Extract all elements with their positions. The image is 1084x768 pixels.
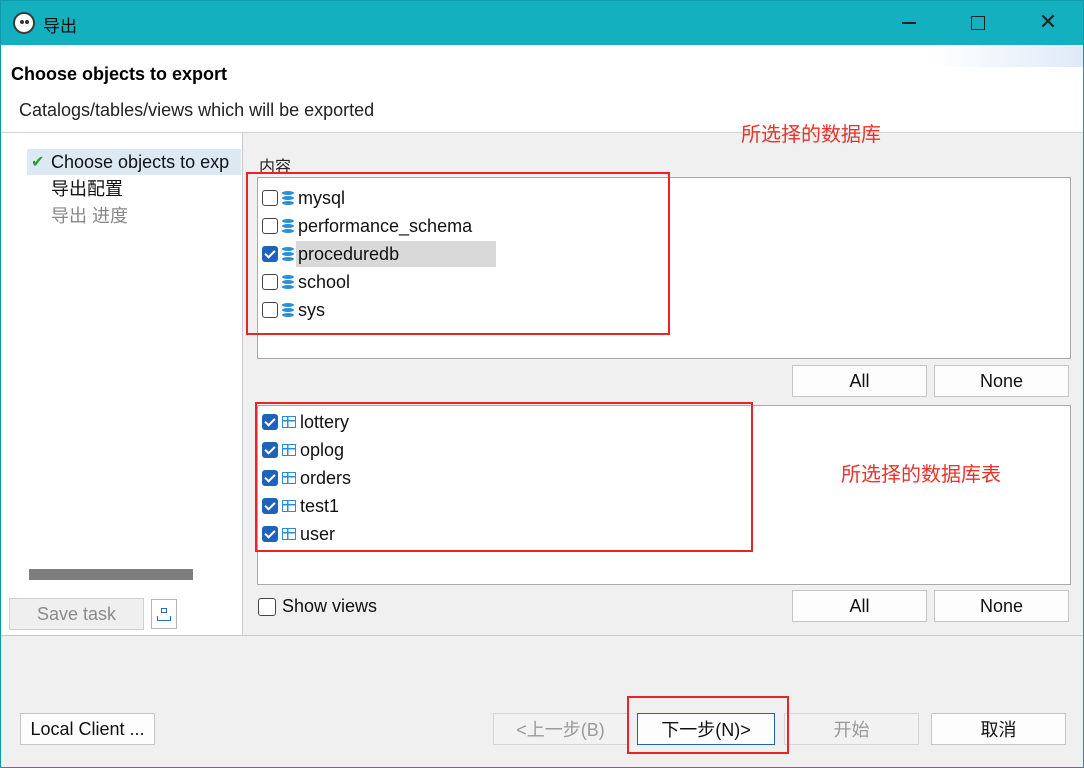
page-description: Catalogs/tables/views which will be expo… bbox=[19, 100, 375, 120]
database-row-proceduredb[interactable]: proceduredb bbox=[262, 241, 496, 267]
table-row-orders[interactable]: orders bbox=[262, 465, 355, 491]
checkbox[interactable] bbox=[262, 190, 278, 206]
next-button[interactable]: 下一步(N)> bbox=[637, 713, 775, 745]
checkbox[interactable] bbox=[262, 246, 278, 262]
maximize-button[interactable] bbox=[950, 1, 1006, 45]
table-list: lottery oplog orders test1 user bbox=[257, 405, 1071, 585]
checkbox[interactable] bbox=[262, 218, 278, 234]
sitemap-icon bbox=[157, 607, 171, 621]
checkbox[interactable] bbox=[258, 597, 276, 616]
local-client-button[interactable]: Local Client ... bbox=[20, 713, 155, 745]
select-none-databases-button[interactable]: None bbox=[934, 365, 1069, 397]
maximize-icon bbox=[971, 16, 985, 30]
close-button[interactable]: ✕ bbox=[1020, 1, 1076, 45]
checkbox[interactable] bbox=[262, 414, 278, 430]
window-title: 导出 bbox=[43, 17, 77, 36]
step-export-config[interactable]: 导出配置 bbox=[51, 176, 123, 202]
save-task-button[interactable]: Save task bbox=[9, 598, 144, 630]
select-all-tables-button[interactable]: All bbox=[792, 590, 927, 622]
minimize-button[interactable] bbox=[881, 1, 937, 45]
table-icon bbox=[282, 416, 296, 428]
table-icon bbox=[282, 472, 296, 484]
database-name: mysql bbox=[298, 188, 346, 208]
checkbox[interactable] bbox=[262, 442, 278, 458]
check-icon: ✔ bbox=[31, 152, 45, 171]
database-name: school bbox=[298, 272, 351, 292]
database-icon bbox=[282, 191, 294, 205]
database-row-mysql[interactable]: mysql bbox=[262, 185, 349, 211]
database-icon bbox=[282, 247, 294, 261]
close-icon: ✕ bbox=[1038, 10, 1058, 35]
table-row-lottery[interactable]: lottery bbox=[262, 409, 353, 435]
database-icon bbox=[282, 275, 294, 289]
table-icon bbox=[282, 500, 296, 512]
database-icon bbox=[282, 219, 294, 233]
database-icon bbox=[282, 303, 294, 317]
export-dialog: 导出 ✕ Choose objects to export Catalogs/t… bbox=[0, 0, 1084, 768]
step-choose-objects[interactable]: ✔ Choose objects to exp bbox=[27, 149, 241, 175]
checkbox[interactable] bbox=[262, 302, 278, 318]
database-row-performance-schema[interactable]: performance_schema bbox=[262, 213, 476, 239]
show-views-checkbox[interactable]: Show views bbox=[258, 596, 377, 617]
content-label: 内容 bbox=[259, 159, 292, 176]
database-name: sys bbox=[298, 300, 325, 320]
header-decoration bbox=[933, 45, 1083, 67]
cancel-button[interactable]: 取消 bbox=[931, 713, 1066, 745]
checkbox[interactable] bbox=[262, 498, 278, 514]
database-list: mysql performance_schema proceduredb sch… bbox=[257, 177, 1071, 359]
databases-annotation: 所选择的数据库 bbox=[741, 124, 881, 146]
table-row-test1[interactable]: test1 bbox=[262, 493, 343, 519]
select-all-databases-button[interactable]: All bbox=[792, 365, 927, 397]
wizard-header: Choose objects to export Catalogs/tables… bbox=[1, 45, 1083, 133]
page-title: Choose objects to export bbox=[11, 64, 228, 84]
table-row-oplog[interactable]: oplog bbox=[262, 437, 348, 463]
checkbox[interactable] bbox=[262, 470, 278, 486]
database-name: proceduredb bbox=[296, 241, 496, 267]
checkbox[interactable] bbox=[262, 274, 278, 290]
minimize-icon bbox=[902, 22, 916, 24]
database-row-sys[interactable]: sys bbox=[262, 297, 329, 323]
title-bar: 导出 ✕ bbox=[1, 1, 1083, 45]
table-name: test1 bbox=[300, 496, 340, 516]
table-row-user[interactable]: user bbox=[262, 521, 339, 547]
footer-divider bbox=[1, 635, 1083, 636]
app-logo-icon bbox=[13, 12, 35, 34]
show-views-label: Show views bbox=[282, 596, 378, 616]
table-name: orders bbox=[300, 468, 352, 488]
back-button: <上一步(B) bbox=[493, 713, 628, 745]
select-none-tables-button[interactable]: None bbox=[934, 590, 1069, 622]
database-row-school[interactable]: school bbox=[262, 269, 354, 295]
tables-annotation: 所选择的数据库表 bbox=[841, 464, 1001, 486]
task-settings-button[interactable] bbox=[151, 599, 177, 629]
step-label: Choose objects to exp bbox=[51, 152, 230, 172]
checkbox[interactable] bbox=[262, 526, 278, 542]
table-name: oplog bbox=[300, 440, 345, 460]
step-export-progress: 导出 进度 bbox=[51, 206, 129, 226]
database-name: performance_schema bbox=[298, 216, 473, 236]
start-button: 开始 bbox=[784, 713, 919, 745]
table-name: lottery bbox=[300, 412, 350, 432]
horizontal-scrollbar[interactable] bbox=[29, 569, 193, 580]
table-name: user bbox=[300, 524, 336, 544]
table-icon bbox=[282, 444, 296, 456]
table-icon bbox=[282, 528, 296, 540]
wizard-steps-panel: ✔ Choose objects to exp 导出配置 导出 进度 Save … bbox=[1, 133, 243, 635]
